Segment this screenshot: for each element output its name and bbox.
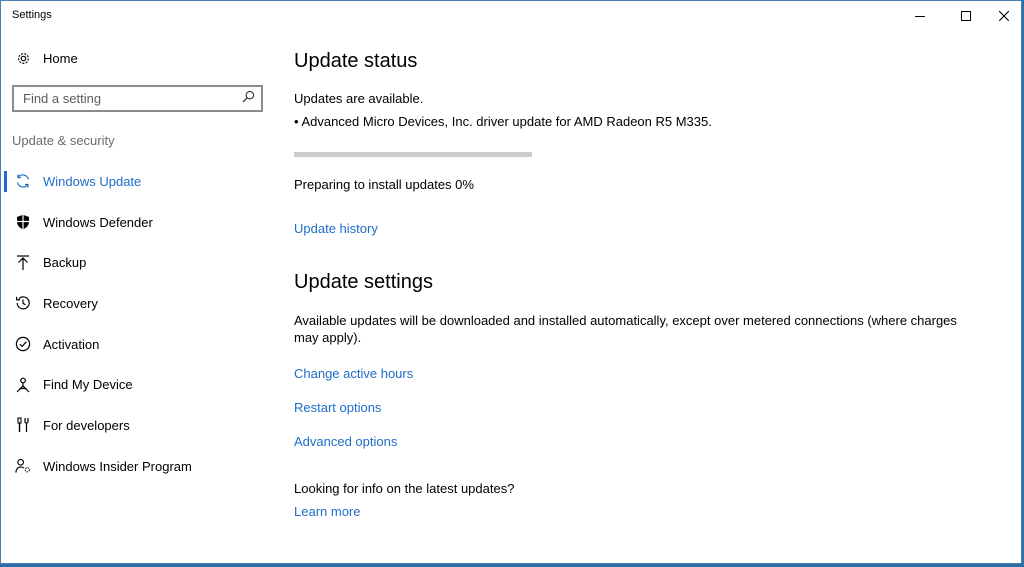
update-settings-heading: Update settings [294, 271, 433, 293]
window-title: Settings [12, 9, 52, 21]
upload-arrow-icon [15, 255, 31, 271]
settings-window: Settings Home Find a setting Update & se… [0, 0, 1022, 564]
latest-updates-info-text: Looking for info on the latest updates? [294, 481, 515, 496]
minimize-button[interactable] [897, 1, 943, 31]
maximize-icon [961, 11, 971, 21]
sidebar-item-backup[interactable]: Backup [1, 242, 277, 283]
close-icon [999, 11, 1009, 21]
search-box[interactable] [12, 85, 263, 112]
search-input[interactable] [23, 91, 242, 106]
sidebar-item-recovery[interactable]: Recovery [1, 283, 277, 324]
progress-text: Preparing to install updates 0% [294, 177, 474, 192]
sidebar-item-label: Recovery [43, 295, 98, 311]
checkmark-circle-icon [15, 336, 31, 352]
sidebar-nav: Windows Update Windows Defender Backup R… [1, 161, 277, 487]
sidebar-item-windows-defender[interactable]: Windows Defender [1, 202, 277, 243]
title-bar[interactable]: Settings [1, 1, 1021, 31]
sidebar-item-windows-update[interactable]: Windows Update [1, 161, 277, 202]
person-location-icon [15, 377, 31, 393]
updates-available-text: Updates are available. [294, 91, 424, 106]
restart-options-link[interactable]: Restart options [294, 400, 381, 415]
learn-more-link[interactable]: Learn more [294, 504, 360, 519]
shield-icon [15, 214, 31, 230]
sidebar-item-label: Windows Defender [43, 214, 153, 230]
search-icon[interactable] [242, 90, 255, 108]
section-label: Update & security [12, 133, 115, 148]
sidebar-item-activation[interactable]: Activation [1, 324, 277, 365]
sidebar-item-label: Windows Update [43, 173, 142, 189]
update-settings-description: Available updates will be downloaded and… [294, 313, 957, 345]
minimize-icon [915, 16, 925, 17]
update-item: • Advanced Micro Devices, Inc. driver up… [294, 114, 712, 129]
sidebar-item-label: Backup [43, 255, 87, 271]
sidebar-item-label: For developers [43, 417, 130, 433]
gear-icon [15, 50, 31, 66]
sidebar-item-label: Find My Device [43, 377, 133, 393]
sidebar: Home Update & security Windows Update [1, 31, 277, 563]
home-label: Home [43, 50, 78, 66]
person-gear-icon [15, 458, 31, 474]
sidebar-item-for-developers[interactable]: For developers [1, 405, 277, 446]
change-active-hours-link[interactable]: Change active hours [294, 366, 413, 381]
install-progress-bar [294, 152, 532, 157]
sidebar-item-find-my-device[interactable]: Find My Device [1, 364, 277, 405]
developer-tools-icon [15, 417, 31, 433]
advanced-options-link[interactable]: Advanced options [294, 434, 397, 449]
home-nav-item[interactable]: Home [15, 50, 78, 66]
sync-icon [15, 173, 31, 189]
update-status-heading: Update status [294, 50, 418, 72]
close-button[interactable] [981, 1, 1024, 31]
sidebar-item-label: Windows Insider Program [43, 458, 192, 474]
history-icon [15, 295, 31, 311]
sidebar-item-windows-insider-program[interactable]: Windows Insider Program [1, 446, 277, 487]
sidebar-item-label: Activation [43, 336, 100, 352]
update-history-link[interactable]: Update history [294, 221, 378, 236]
